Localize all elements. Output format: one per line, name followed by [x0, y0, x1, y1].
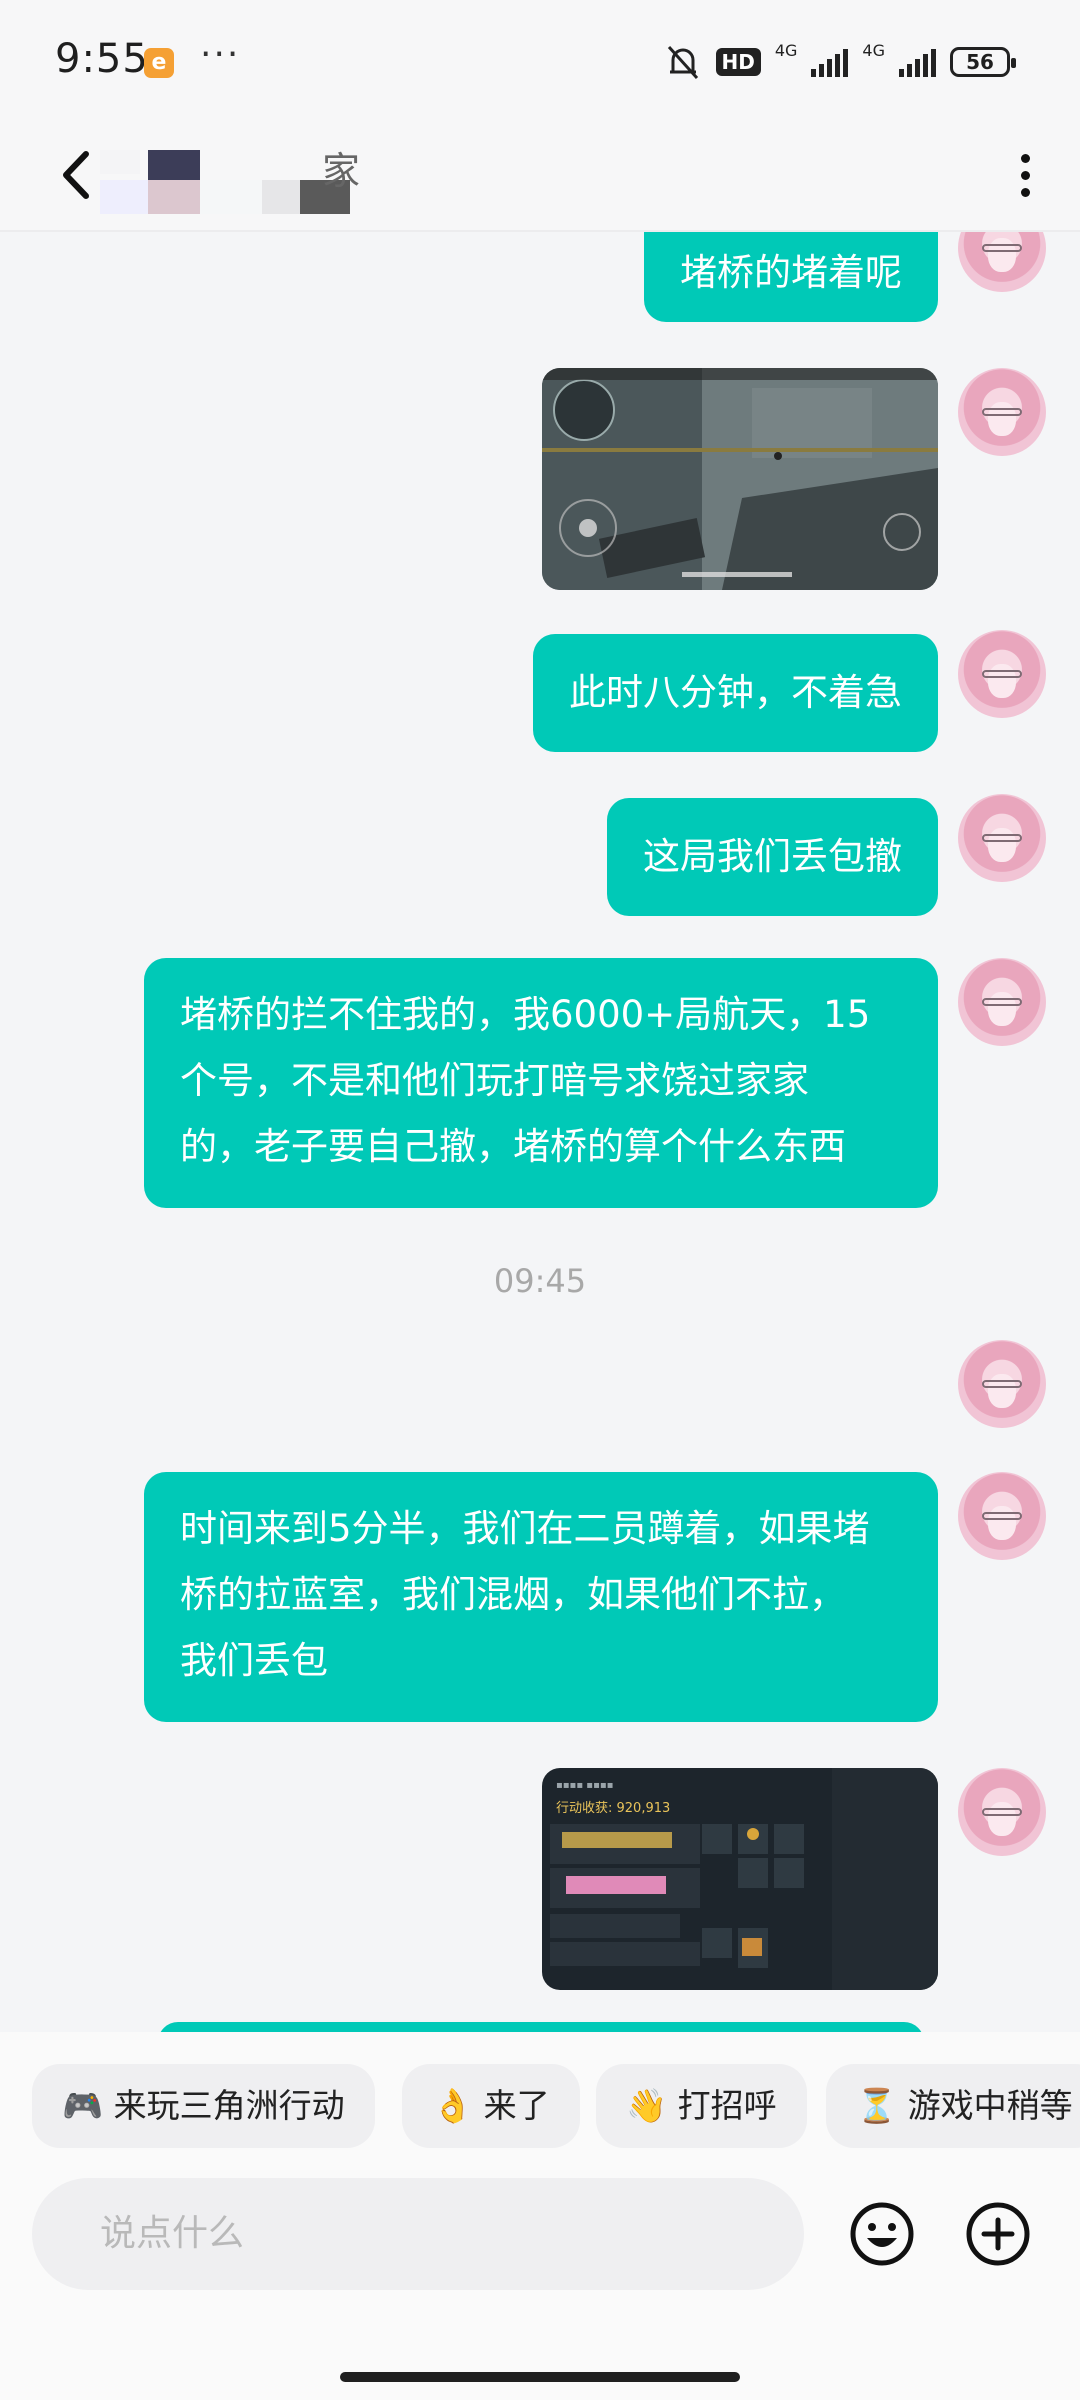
- status-icons: HD 4G 4G 56: [664, 40, 1016, 84]
- avatar[interactable]: [958, 368, 1046, 456]
- quick-reply-chip[interactable]: ⏳ 游戏中稍等: [826, 2064, 1080, 2148]
- message-bubble[interactable]: 此时八分钟，不着急: [533, 634, 938, 752]
- chip-label: 游戏中稍等: [907, 2086, 1073, 2125]
- chat-header: 家: [0, 120, 1080, 232]
- app-notification-icon: e: [144, 48, 174, 78]
- timestamp: 09:45: [493, 1262, 587, 1300]
- avatar[interactable]: [958, 794, 1046, 882]
- network-label-2: 4G: [862, 40, 885, 60]
- battery-icon: 56: [950, 47, 1016, 77]
- message-list[interactable]: 堵桥的堵着呢 此时八分钟，不着急 这局我们丢包撤 堵桥的拦不住我的，我6000+…: [0, 232, 1080, 2032]
- quick-reply-chip[interactable]: 🎮 来玩三角洲行动: [32, 2064, 375, 2148]
- composer-area: 🎮 来玩三角洲行动 👌 来了 👋 打招呼 ⏳ 游戏中稍等 说点什么: [0, 2032, 1080, 2400]
- avatar[interactable]: [958, 1768, 1046, 1856]
- mute-bell-icon: [667, 45, 698, 80]
- game-screenshot-loot: ▪▪▪▪ ▪▪▪▪ 行动收获: 920,913: [542, 1768, 938, 1990]
- network-label-1: 4G: [774, 40, 798, 60]
- avatar[interactable]: [958, 1472, 1046, 1560]
- smiley-icon[interactable]: [848, 2200, 916, 2268]
- signal-icon-1: [811, 47, 849, 77]
- clock: 9:55: [55, 36, 149, 82]
- hd-voice-icon: HD: [715, 48, 761, 76]
- status-bar: 9:55 e ··· HD 4G 4G 56: [0, 0, 1080, 120]
- loot-value-text: 行动收获: 920,913: [556, 1801, 670, 1816]
- avatar[interactable]: [958, 1340, 1046, 1428]
- plus-circle-icon[interactable]: [964, 2200, 1032, 2268]
- chip-label: 打招呼: [677, 2086, 777, 2125]
- quick-reply-chip[interactable]: 👋 打招呼: [596, 2064, 807, 2148]
- message-bubble[interactable]: 堵桥的堵着呢: [644, 232, 938, 322]
- image-message[interactable]: [542, 368, 938, 590]
- svg-text:▪▪▪▪ ▪▪▪▪: ▪▪▪▪ ▪▪▪▪: [556, 1780, 613, 1791]
- message-bubble[interactable]: 堵桥的拦不住我的，我6000+局航天，15 个号，不是和他们玩打暗号求饶过家家 …: [144, 958, 938, 1208]
- quick-reply-chip[interactable]: 👌 来了: [402, 2064, 580, 2148]
- hourglass-icon: ⏳: [856, 2086, 898, 2125]
- message-line: 时间来到5分半，我们在二员蹲着，如果堵: [180, 1507, 870, 1550]
- message-line: 堵桥的拦不住我的，我6000+局航天，15: [180, 993, 871, 1036]
- message-line: 个号，不是和他们玩打暗号求饶过家家: [180, 1059, 809, 1102]
- image-message[interactable]: ▪▪▪▪ ▪▪▪▪ 行动收获: 920,913: [542, 1768, 938, 1990]
- message-input[interactable]: 说点什么: [32, 2178, 804, 2290]
- contact-name-censored: [100, 150, 350, 220]
- gamepad-icon: 🎮: [62, 2086, 104, 2125]
- contact-name-fragment: 家: [322, 149, 361, 193]
- chip-label: 来玩三角洲行动: [113, 2086, 345, 2125]
- home-indicator[interactable]: [340, 2372, 740, 2382]
- more-menu-icon[interactable]: [1010, 146, 1040, 206]
- message-line: 的，老子要自己撤，堵桥的算个什么东西: [180, 1125, 846, 1168]
- chip-label: 来了: [483, 2086, 550, 2125]
- signal-icon-2: [899, 47, 936, 77]
- message-line: 桥的拉蓝室，我们混烟，如果他们不拉，: [180, 1573, 846, 1616]
- avatar[interactable]: [958, 630, 1046, 718]
- message-bubble-partial[interactable]: [158, 2022, 924, 2032]
- message-bubble[interactable]: 时间来到5分半，我们在二员蹲着，如果堵 桥的拉蓝室，我们混烟，如果他们不拉， 我…: [144, 1472, 938, 1722]
- message-bubble[interactable]: 这局我们丢包撤: [607, 798, 938, 916]
- waving-hand-icon: 👋: [626, 2086, 668, 2125]
- message-line: 我们丢包: [180, 1639, 328, 1682]
- game-screenshot-hallway: [542, 368, 938, 590]
- avatar[interactable]: [958, 232, 1046, 292]
- ok-hand-icon: 👌: [432, 2086, 474, 2125]
- quick-reply-bar[interactable]: 🎮 来玩三角洲行动 👌 来了 👋 打招呼 ⏳ 游戏中稍等: [0, 2064, 1080, 2150]
- avatar[interactable]: [958, 958, 1046, 1046]
- more-notifications-icon: ···: [200, 34, 241, 75]
